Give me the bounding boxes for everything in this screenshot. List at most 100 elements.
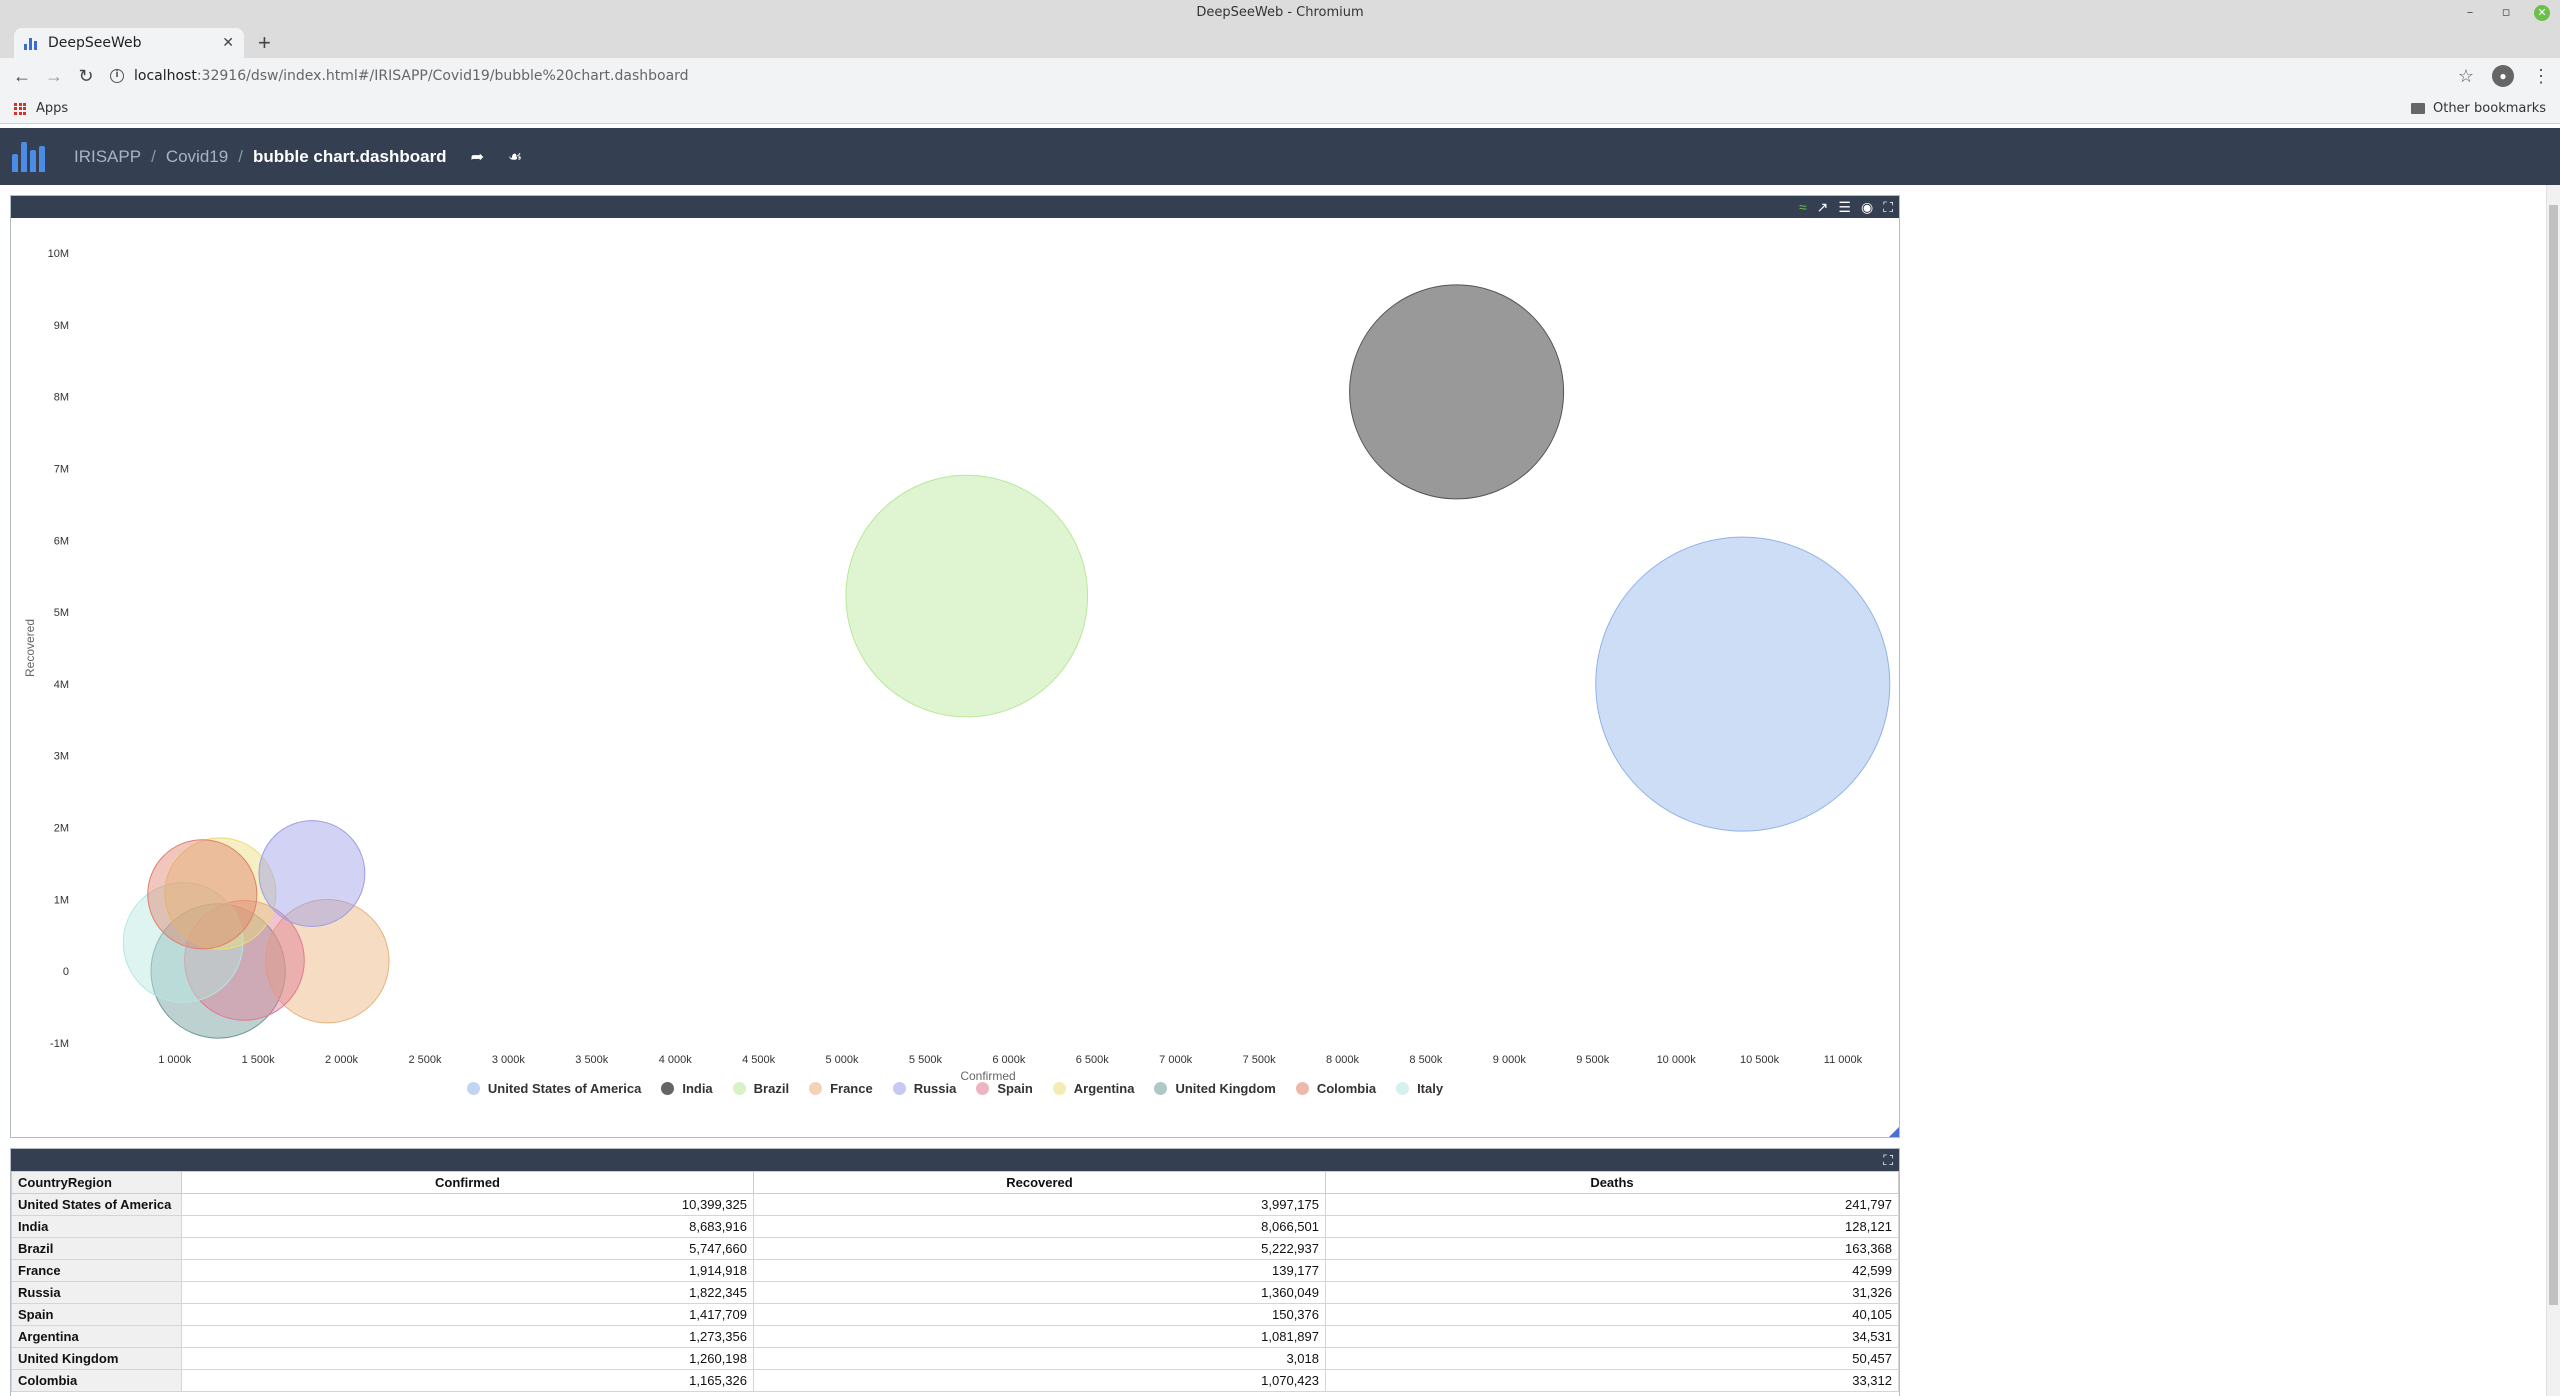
- resize-handle[interactable]: [1889, 1127, 1899, 1137]
- table-row[interactable]: India 8,683,916 8,066,501 128,121: [11, 1215, 1899, 1238]
- row-header-cell: Argentina: [11, 1325, 182, 1348]
- y-axis-title: Recovered: [23, 619, 37, 677]
- table-row[interactable]: United Kingdom 1,260,198 3,018 50,457: [11, 1347, 1899, 1370]
- x-tick-label: 5 500k: [909, 1054, 943, 1066]
- other-bookmarks[interactable]: Other bookmarks: [2410, 101, 2546, 116]
- bubble-point[interactable]: [845, 474, 1089, 718]
- x-tick-label: 11 000k: [1824, 1054, 1863, 1066]
- scrollbar-thumb[interactable]: [2549, 205, 2558, 1305]
- table-row[interactable]: United States of America 10,399,325 3,997,…: [11, 1193, 1899, 1216]
- folder-icon: [2410, 103, 2425, 114]
- legend-item[interactable]: United States of America: [466, 1081, 641, 1096]
- table-cell: 1,260,198: [181, 1347, 754, 1370]
- maximize-icon[interactable]: ▫: [2498, 5, 2514, 21]
- bookmarks-bar: Apps Other bookmarks: [0, 94, 2560, 124]
- table-cell: 1,914,918: [181, 1259, 754, 1282]
- table-row[interactable]: Spain 1,417,709 150,376 40,105: [11, 1303, 1899, 1326]
- widget-header: ≈ ↗ ☰ ◉ ⛶: [11, 196, 1899, 218]
- close-window-icon[interactable]: ✕: [2534, 5, 2550, 21]
- crumb-folder[interactable]: Covid19: [166, 147, 228, 167]
- table-row[interactable]: Colombia 1,165,326 1,070,423 33,312: [11, 1369, 1899, 1392]
- back-arrow-icon[interactable]: ←: [6, 66, 38, 87]
- x-tick-label: 9 500k: [1576, 1054, 1610, 1066]
- fullscreen-icon[interactable]: ⛶: [1883, 199, 1893, 216]
- app-header: IRISAPP / Covid19 / bubble chart.dashboa…: [0, 128, 2560, 185]
- column-header[interactable]: Confirmed: [181, 1171, 754, 1194]
- table-cell: 10,399,325: [181, 1193, 754, 1216]
- column-header[interactable]: Recovered: [753, 1171, 1326, 1194]
- crumb-namespace[interactable]: IRISAPP: [74, 147, 141, 167]
- x-tick-label: 2 000k: [325, 1054, 359, 1066]
- url-host: localhost: [134, 68, 197, 84]
- data-table: CountryRegion Confirmed Recovered Deaths…: [11, 1171, 1899, 1392]
- table-row[interactable]: Argentina 1,273,356 1,081,897 34,531: [11, 1325, 1899, 1348]
- bubble-point[interactable]: [258, 820, 366, 927]
- legend-item[interactable]: Brazil: [732, 1080, 790, 1096]
- legend-item[interactable]: Russia: [892, 1081, 956, 1096]
- table-row[interactable]: France 1,914,918 139,177 42,599: [11, 1259, 1899, 1282]
- legend-item[interactable]: France: [809, 1081, 873, 1096]
- bubble-point[interactable]: [1349, 284, 1565, 500]
- table-row[interactable]: Brazil 5,747,660 5,222,937 163,368: [11, 1237, 1899, 1260]
- row-header-cell: United Kingdom: [11, 1347, 182, 1370]
- table-cell: 1,360,049: [753, 1281, 1326, 1304]
- legend-item[interactable]: Colombia: [1295, 1080, 1377, 1096]
- legend-item[interactable]: United Kingdom: [1154, 1081, 1276, 1096]
- legend-swatch: [661, 1081, 675, 1095]
- deepsee-logo-icon[interactable]: [12, 140, 48, 172]
- legend-label: Brazil: [753, 1080, 790, 1096]
- legend-swatch: [809, 1081, 823, 1095]
- window-title: DeepSeeWeb - Chromium: [1196, 5, 1364, 20]
- tab-title: DeepSeeWeb: [48, 35, 142, 51]
- column-header[interactable]: Deaths: [1325, 1171, 1899, 1194]
- bubble-point[interactable]: [147, 839, 258, 950]
- bookmark-star-icon[interactable]: ☆: [2458, 66, 2474, 87]
- share-icon[interactable]: ☙: [508, 147, 522, 167]
- line-chart-icon[interactable]: ↗: [1817, 199, 1829, 216]
- widget-header: ⛶: [11, 1149, 1899, 1171]
- bubble-chart: -1M 0 1M 2M 3M 4M 5M 6M 7M 8M 9M 10M 1 000k 1 500k 2 …: [23, 248, 1891, 1083]
- page-scrollbar[interactable]: [2546, 185, 2560, 1396]
- legend-item[interactable]: Spain: [976, 1081, 1033, 1096]
- forward-arrow-icon[interactable]: →: [38, 66, 70, 87]
- chart-legend: United States of America India Brazil Franc…: [11, 1076, 1899, 1100]
- apps-label: Apps: [36, 101, 69, 116]
- table-cell: 5,747,660: [181, 1237, 754, 1260]
- table-cell: 5,222,937: [753, 1237, 1326, 1260]
- crumb-separator: /: [151, 146, 156, 166]
- legend-label: Argentina: [1073, 1080, 1135, 1096]
- bubble-point[interactable]: [1595, 536, 1891, 832]
- share-arrow-icon[interactable]: ➦: [471, 147, 484, 167]
- table-cell: 34,531: [1325, 1325, 1899, 1348]
- x-tick-label: 4 000k: [659, 1054, 693, 1066]
- fullscreen-icon[interactable]: ⛶: [1883, 1152, 1893, 1169]
- browser-tab[interactable]: DeepSeeWeb ✕: [14, 28, 244, 58]
- chart-type-icon[interactable]: ≈: [1799, 199, 1807, 215]
- y-tick-label: 3M: [54, 751, 69, 763]
- legend-label: Colombia: [1316, 1080, 1377, 1096]
- profile-avatar[interactable]: ●: [2492, 65, 2514, 87]
- table-row[interactable]: Russia 1,822,345 1,360,049 31,326: [11, 1281, 1899, 1304]
- legend-swatch: [466, 1081, 480, 1095]
- address-bar[interactable]: i localhost:32916/dsw/index.html#/IRISAP…: [110, 62, 2450, 90]
- x-tick-label: 4 500k: [742, 1054, 776, 1066]
- x-tick-label: 5 000k: [826, 1054, 860, 1066]
- legend-item[interactable]: Argentina: [1052, 1080, 1135, 1096]
- legend-item[interactable]: India: [661, 1081, 713, 1096]
- x-tick-label: 6 500k: [1076, 1054, 1110, 1066]
- legend-item[interactable]: Italy: [1396, 1081, 1443, 1096]
- new-tab-icon[interactable]: +: [258, 30, 271, 56]
- browser-menu-icon[interactable]: ⋮: [2532, 66, 2550, 87]
- reload-icon[interactable]: ↻: [70, 66, 102, 87]
- table-cell: 150,376: [753, 1303, 1326, 1326]
- column-header[interactable]: CountryRegion: [11, 1171, 182, 1194]
- crumb-dashboard: bubble chart.dashboard: [252, 146, 447, 166]
- palette-icon[interactable]: ◉: [1861, 199, 1873, 216]
- site-info-icon[interactable]: i: [110, 69, 124, 83]
- minimize-icon[interactable]: –: [2462, 5, 2478, 21]
- table-cell: 1,822,345: [181, 1281, 754, 1304]
- x-tick-label: 8 000k: [1326, 1054, 1360, 1066]
- table-view-icon[interactable]: ☰: [1838, 199, 1851, 216]
- apps-shortcut[interactable]: Apps: [14, 101, 68, 116]
- tab-close-icon[interactable]: ✕: [222, 35, 234, 51]
